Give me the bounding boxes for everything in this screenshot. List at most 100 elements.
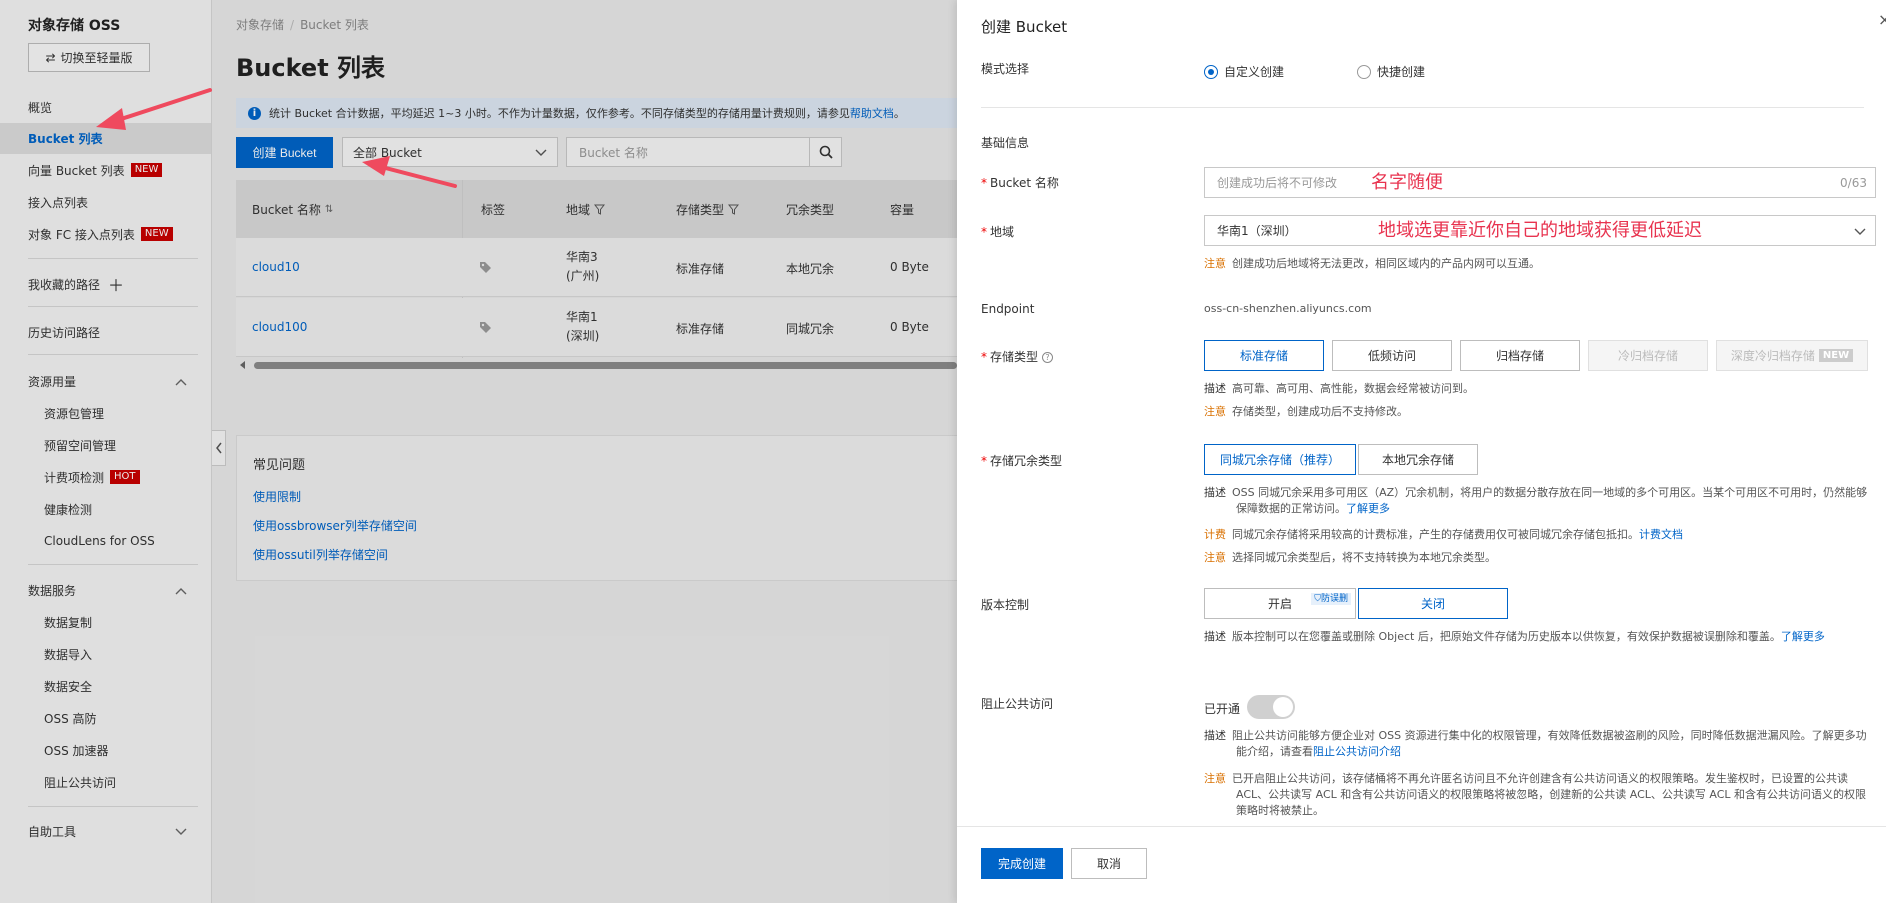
char-count: 0/63 bbox=[1840, 175, 1867, 190]
collapse-sidebar-button[interactable] bbox=[212, 430, 226, 466]
radio-custom-create[interactable]: 自定义创建 bbox=[1204, 63, 1284, 80]
search-button[interactable] bbox=[810, 137, 842, 167]
chevron-down-icon[interactable] bbox=[174, 825, 188, 839]
storage-option-standard[interactable]: 标准存储 bbox=[1204, 340, 1324, 371]
table-row: cloud100 华南1 (深圳) 标准存储 同城冗余 0 Byte bbox=[236, 298, 957, 357]
region-label: * 地域 bbox=[981, 225, 1015, 239]
block-public-access-intro-link[interactable]: 阻止公共访问介绍 bbox=[1313, 745, 1401, 758]
billing-doc-link[interactable]: 计费文档 bbox=[1639, 528, 1683, 541]
block-desc: 描述 阻止公共访问能够方便企业对 OSS 资源进行集中化的权限管理，有效降低数据被… bbox=[1204, 729, 1867, 758]
storage-option-infrequent[interactable]: 低频访问 bbox=[1332, 340, 1452, 371]
new-badge: NEW bbox=[140, 227, 173, 241]
sidebar-item-reserved-space[interactable]: 预留空间管理 bbox=[44, 435, 116, 455]
chevron-up-icon[interactable] bbox=[174, 584, 188, 598]
th-bucket-name[interactable]: Bucket 名称 ⇅ bbox=[252, 201, 333, 218]
bucket-search-input[interactable]: Bucket 名称 bbox=[566, 137, 810, 167]
th-region[interactable]: 地域 bbox=[566, 201, 606, 218]
faq-panel: 常见问题 使用限制 使用ossbrowser列举存储空间 使用ossutil列举… bbox=[236, 435, 957, 581]
sidebar-item-overview[interactable]: 概览 bbox=[28, 97, 52, 117]
plus-icon[interactable]: ＋ bbox=[108, 272, 124, 296]
drawer-footer-divider bbox=[957, 826, 1886, 827]
th-capacity: 容量 bbox=[890, 203, 915, 217]
filter-icon[interactable] bbox=[594, 204, 606, 215]
sidebar-item-history-paths[interactable]: 历史访问路径 bbox=[28, 322, 100, 342]
sidebar-item-resource-pack[interactable]: 资源包管理 bbox=[44, 403, 104, 423]
switch-lite-button[interactable]: ⇄ 切换至轻量版 bbox=[28, 43, 150, 72]
radio-quick-create[interactable]: 快捷创建 bbox=[1357, 63, 1425, 80]
sidebar-group-data-services[interactable]: 数据服务 bbox=[28, 580, 76, 600]
sidebar-item-data-security[interactable]: 数据安全 bbox=[44, 676, 92, 696]
learn-more-link[interactable]: 了解更多 bbox=[1346, 502, 1390, 515]
sidebar-item-cloudlens[interactable]: CloudLens for OSS bbox=[44, 531, 155, 551]
versioning-desc: 描述 版本控制可以在您覆盖或删除 Object 后，把原始文件存储为历史版本以供恢… bbox=[1204, 630, 1825, 643]
sidebar-item-data-replication[interactable]: 数据复制 bbox=[44, 612, 92, 632]
basic-info-heading: 基础信息 bbox=[981, 136, 1030, 150]
radio-checked-icon bbox=[1204, 64, 1218, 79]
sidebar-item-favorite-paths[interactable]: 我收藏的路径＋ bbox=[28, 272, 124, 296]
breadcrumb-item[interactable]: 对象存储 bbox=[236, 18, 284, 32]
table-header: Bucket 名称 ⇅ 标签 地域 存储类型 冗余类型 容量 bbox=[236, 180, 957, 238]
faq-title: 常见问题 bbox=[253, 458, 306, 473]
chevron-up-icon[interactable] bbox=[174, 375, 188, 389]
versioning-option-off[interactable]: 关闭 bbox=[1358, 588, 1508, 619]
sidebar-group-resource[interactable]: 资源用量 bbox=[28, 371, 76, 391]
region-cell: 华南3 (广州) bbox=[566, 250, 600, 283]
main-content: 对象存储 / Bucket 列表 Bucket 列表 i 统计 Bucket 合计数… bbox=[212, 0, 957, 903]
learn-more-link[interactable]: 了解更多 bbox=[1781, 630, 1825, 643]
faq-link-usage-limits[interactable]: 使用限制 bbox=[253, 488, 301, 505]
horizontal-scrollbar[interactable] bbox=[236, 361, 957, 369]
cancel-button[interactable]: 取消 bbox=[1071, 848, 1147, 879]
region-cell: 华南1 (深圳) bbox=[566, 310, 600, 343]
new-badge: NEW bbox=[130, 163, 163, 177]
toggle-knob bbox=[1273, 697, 1293, 717]
endpoint-label: Endpoint bbox=[981, 302, 1035, 316]
storage-option-archive[interactable]: 归档存储 bbox=[1460, 340, 1580, 371]
storage-option-deep-cold-archive: 深度冷归档存储 NEW bbox=[1716, 340, 1868, 371]
tag-icon[interactable] bbox=[479, 261, 492, 274]
sidebar-item-billing-detection[interactable]: 计费项检测 HOT bbox=[44, 467, 140, 487]
sort-icon[interactable]: ⇅ bbox=[325, 204, 333, 215]
bucket-name-link[interactable]: cloud10 bbox=[252, 260, 300, 274]
storage-option-cold-archive: 冷归档存储 bbox=[1588, 340, 1708, 371]
versioning-option-on[interactable]: 开启 ⛉防误删 bbox=[1204, 588, 1356, 619]
region-note: 注意 创建成功后地域将无法更改，相同区域内的产品内网可以互通。 bbox=[1204, 257, 1540, 270]
block-public-access-toggle[interactable] bbox=[1247, 695, 1295, 719]
confirm-create-button[interactable]: 完成创建 bbox=[981, 848, 1063, 879]
versioning-label: 版本控制 bbox=[981, 598, 1030, 612]
sidebar-item-vector-bucket[interactable]: 向量 Bucket 列表 NEW bbox=[28, 160, 163, 180]
help-doc-link[interactable]: 帮助文档 bbox=[850, 105, 894, 121]
sidebar-item-data-import[interactable]: 数据导入 bbox=[44, 644, 92, 664]
close-icon[interactable]: × bbox=[1878, 10, 1886, 29]
faq-link-ossutil[interactable]: 使用ossutil列举存储空间 bbox=[253, 546, 388, 563]
sidebar-item-oss-accelerator[interactable]: OSS 加速器 bbox=[44, 740, 109, 760]
redundancy-billing: 计费 同城冗余存储将采用较高的计费标准，产生的存储费用仅可被同城冗余存储包抵扣。计… bbox=[1204, 528, 1683, 541]
th-storage-type[interactable]: 存储类型 bbox=[676, 201, 740, 218]
bucket-filter-select[interactable]: 全部 Bucket bbox=[342, 137, 558, 167]
product-title: 对象存储 OSS bbox=[28, 18, 121, 34]
endpoint-value: oss-cn-shenzhen.aliyuncs.com bbox=[1204, 302, 1372, 315]
storage-desc: 描述 高可靠、高可用、高性能，数据会经常被访问到。 bbox=[1204, 382, 1474, 395]
sidebar-item-access-points[interactable]: 接入点列表 bbox=[28, 192, 88, 212]
faq-link-ossbrowser[interactable]: 使用ossbrowser列举存储空间 bbox=[253, 517, 417, 534]
sidebar-item-fc-access-points[interactable]: 对象 FC 接入点列表 NEW bbox=[28, 224, 173, 244]
bucket-name-link[interactable]: cloud100 bbox=[252, 320, 307, 334]
filter-icon[interactable] bbox=[728, 204, 740, 215]
redundancy-note: 注意 选择同城冗余类型后，将不支持转换为本地冗余类型。 bbox=[1204, 551, 1496, 564]
scrollbar-thumb[interactable] bbox=[254, 362, 957, 369]
tag-icon[interactable] bbox=[479, 321, 492, 334]
sidebar: 对象存储 OSS ⇄ 切换至轻量版 概览 Bucket 列表 向量 Bucket… bbox=[0, 0, 212, 903]
chevron-down-icon bbox=[1854, 228, 1866, 235]
create-bucket-button[interactable]: 创建 Bucket bbox=[236, 137, 333, 168]
bucket-name-input[interactable]: 创建成功后将不可修改 0/63 bbox=[1204, 167, 1876, 198]
sidebar-item-health-check[interactable]: 健康检测 bbox=[44, 499, 92, 519]
scroll-left-arrow-icon[interactable] bbox=[240, 361, 245, 369]
sidebar-item-oss-ddos[interactable]: OSS 高防 bbox=[44, 708, 97, 728]
redundancy-option-lrs[interactable]: 本地冗余存储 bbox=[1358, 444, 1478, 475]
redundancy-option-zrs[interactable]: 同城冗余存储（推荐） bbox=[1204, 444, 1356, 475]
sidebar-group-self-service-tools[interactable]: 自助工具 bbox=[28, 821, 76, 841]
sidebar-item-bucket-list[interactable]: Bucket 列表 bbox=[28, 128, 103, 148]
anti-delete-badge: ⛉防误删 bbox=[1311, 593, 1351, 605]
help-icon[interactable]: ? bbox=[1042, 352, 1054, 363]
sidebar-item-block-public-access[interactable]: 阻止公共访问 bbox=[44, 772, 116, 792]
hot-badge: HOT bbox=[110, 470, 140, 484]
